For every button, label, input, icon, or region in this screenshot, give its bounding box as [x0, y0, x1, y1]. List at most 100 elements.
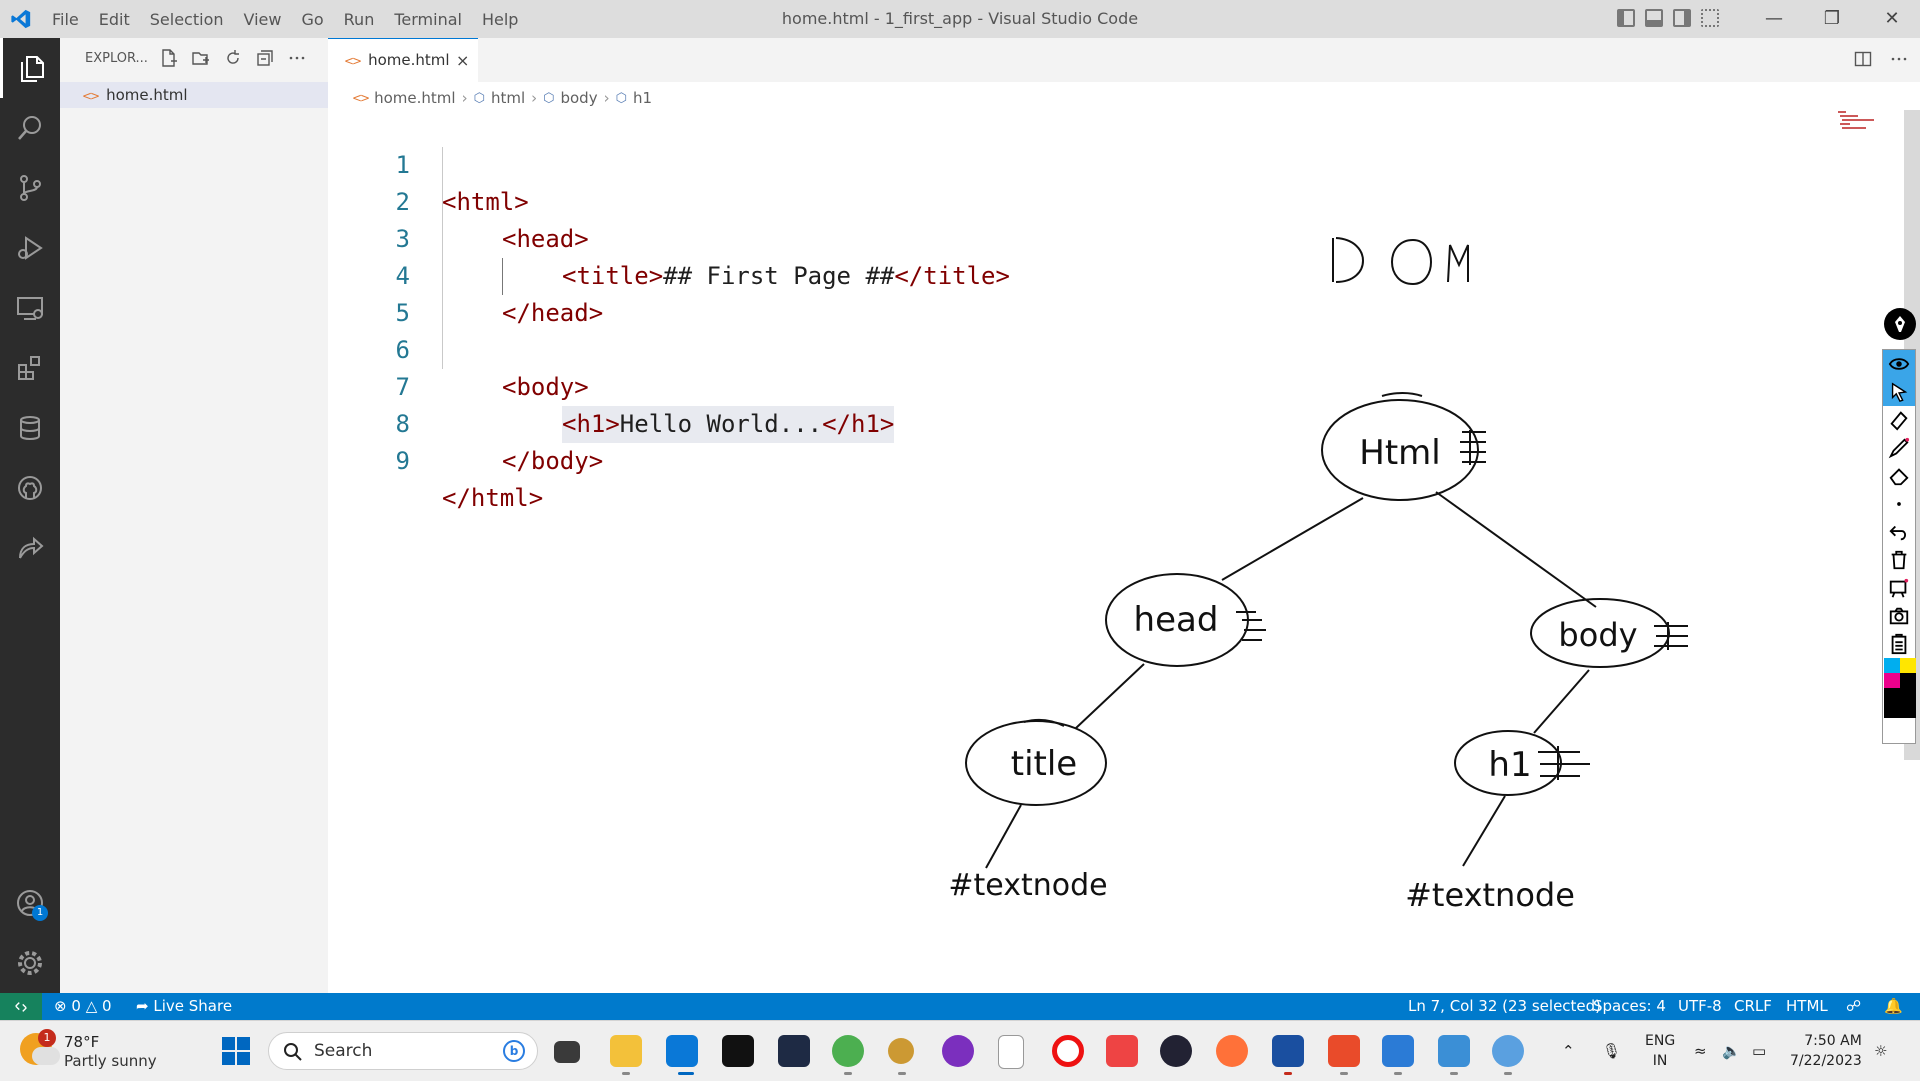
menu-help[interactable]: Help — [472, 10, 528, 29]
notifications-bell-icon[interactable]: 🔔 — [1884, 993, 1903, 1020]
eraser-app-icon[interactable] — [1106, 1035, 1138, 1067]
editor-area: <> home.html × <> home.html › ⬡ html › ⬡ … — [328, 38, 1920, 993]
menu-file[interactable]: File — [42, 10, 89, 29]
run-debug-activity[interactable] — [0, 218, 60, 278]
eye-tool[interactable] — [1883, 350, 1915, 378]
menu-view[interactable]: View — [234, 10, 292, 29]
language-mode[interactable]: HTML — [1786, 993, 1828, 1020]
notepad-icon[interactable] — [1438, 1035, 1470, 1067]
swatch-black-active[interactable] — [1884, 688, 1916, 718]
remote-indicator[interactable] — [0, 993, 42, 1020]
cursor-tool[interactable] — [1883, 378, 1915, 406]
swatch-magenta[interactable] — [1884, 673, 1900, 688]
terminal-icon[interactable] — [722, 1035, 754, 1067]
cursor-position[interactable]: Ln 7, Col 32 (23 selected) — [1408, 993, 1601, 1020]
menu-terminal[interactable]: Terminal — [384, 10, 472, 29]
battery-icon[interactable]: ▭ — [1752, 1021, 1766, 1081]
delete-tool[interactable] — [1883, 546, 1915, 574]
pen-tool[interactable] — [1883, 434, 1915, 462]
github-activity[interactable] — [0, 458, 60, 518]
menu-edit[interactable]: Edit — [89, 10, 140, 29]
task-view-icon[interactable] — [554, 1041, 580, 1063]
explorer-activity[interactable] — [0, 38, 60, 98]
problems-indicator[interactable]: ⊗ 0 △ 0 — [54, 993, 112, 1020]
tab-home-html[interactable]: <> home.html × — [328, 38, 478, 82]
clipboard-tool[interactable] — [1883, 630, 1915, 658]
marker-tool[interactable] — [1883, 406, 1915, 434]
microphone-icon[interactable]: 🎙 — [1602, 1021, 1621, 1081]
mysql-icon[interactable] — [778, 1035, 810, 1067]
menu-selection[interactable]: Selection — [140, 10, 234, 29]
chrome-icon[interactable] — [832, 1035, 864, 1067]
mask-app-icon[interactable] — [942, 1035, 974, 1067]
pen-toolbar-toggle[interactable] — [1884, 308, 1916, 340]
accounts-activity[interactable]: 1 — [0, 873, 60, 933]
file-explorer-icon[interactable] — [610, 1035, 642, 1067]
board-tool[interactable] — [1883, 574, 1915, 602]
search-activity[interactable] — [0, 98, 60, 158]
encoding-status[interactable]: UTF-8 — [1678, 993, 1722, 1020]
dot-size-tool[interactable] — [1883, 490, 1915, 518]
new-folder-icon[interactable] — [192, 49, 210, 67]
toggle-secondary-sidebar-icon[interactable] — [1673, 9, 1691, 27]
toggle-primary-sidebar-icon[interactable] — [1617, 9, 1635, 27]
indentation-status[interactable]: Spaces: 4 — [1593, 993, 1666, 1020]
menu-bar: File Edit Selection View Go Run Terminal… — [42, 0, 528, 38]
eol-status[interactable]: CRLF — [1734, 993, 1772, 1020]
show-hidden-icons-chevron-icon[interactable]: ⌃ — [1562, 1021, 1575, 1081]
c-app-icon[interactable] — [1328, 1035, 1360, 1067]
swatch-cyan[interactable] — [1884, 658, 1900, 673]
globe-app-icon[interactable] — [1492, 1035, 1524, 1067]
customize-layout-icon[interactable] — [1701, 9, 1719, 27]
source-control-activity[interactable] — [0, 158, 60, 218]
start-button[interactable] — [222, 1037, 250, 1065]
code-line: 5 — [328, 258, 1328, 327]
whiteboard-app-icon[interactable] — [1382, 1035, 1414, 1067]
system-clock[interactable]: 7:50 AM 7/22/2023 — [1790, 1031, 1862, 1071]
restore-button[interactable]: ❐ — [1800, 0, 1864, 38]
live-share-activity[interactable] — [0, 518, 60, 578]
undo-tool[interactable] — [1883, 518, 1915, 546]
vscode-taskbar-icon[interactable] — [666, 1035, 698, 1067]
taskbar-search[interactable]: Search b — [268, 1032, 538, 1070]
blank-document-icon[interactable] — [998, 1035, 1024, 1069]
more-actions-icon[interactable] — [288, 49, 306, 67]
database-activity[interactable] — [0, 398, 60, 458]
split-editor-icon[interactable] — [1854, 50, 1872, 68]
wifi-icon[interactable]: ≈ — [1694, 1021, 1707, 1081]
new-file-icon[interactable] — [160, 49, 178, 67]
w-app-icon[interactable] — [1272, 1035, 1304, 1067]
opera-icon[interactable] — [1052, 1035, 1084, 1067]
extensions-activity[interactable] — [0, 338, 60, 398]
more-actions-icon[interactable] — [1890, 50, 1908, 68]
firefox-icon[interactable] — [1216, 1035, 1248, 1067]
collapse-all-icon[interactable] — [256, 49, 274, 67]
breadcrumb-h1[interactable]: h1 — [633, 89, 652, 107]
feedback-icon[interactable]: ☍ — [1846, 993, 1861, 1020]
eraser-tool[interactable] — [1883, 462, 1915, 490]
close-window-button[interactable]: ✕ — [1860, 0, 1920, 38]
swatch-black[interactable] — [1900, 673, 1916, 688]
database-icon — [20, 416, 40, 440]
menu-go[interactable]: Go — [291, 10, 333, 29]
live-share-status[interactable]: ➦ Live Share — [136, 993, 232, 1020]
explorer-file-home-html[interactable]: <> home.html — [60, 82, 328, 108]
refresh-icon[interactable] — [224, 49, 242, 67]
minimap[interactable] — [1836, 110, 1876, 130]
toggle-panel-icon[interactable] — [1645, 9, 1663, 27]
breadcrumb-html[interactable]: html — [491, 89, 525, 107]
spiky-app-icon[interactable] — [1160, 1035, 1192, 1067]
breadcrumb-file[interactable]: home.html — [374, 89, 455, 107]
manage-activity[interactable] — [0, 933, 60, 993]
minimize-button[interactable]: — — [1742, 0, 1806, 38]
swatch-yellow[interactable] — [1900, 658, 1916, 673]
paint-brush-icon[interactable] — [888, 1038, 914, 1064]
input-language[interactable]: ENG IN — [1645, 1031, 1675, 1071]
screenshot-tool[interactable] — [1883, 602, 1915, 630]
notification-center-icon[interactable]: ☼ — [1874, 1021, 1887, 1081]
volume-icon[interactable]: 🔈 — [1722, 1021, 1741, 1081]
remote-explorer-activity[interactable] — [0, 278, 60, 338]
breadcrumb-body[interactable]: body — [560, 89, 597, 107]
close-icon[interactable]: × — [456, 39, 469, 82]
menu-run[interactable]: Run — [334, 10, 385, 29]
